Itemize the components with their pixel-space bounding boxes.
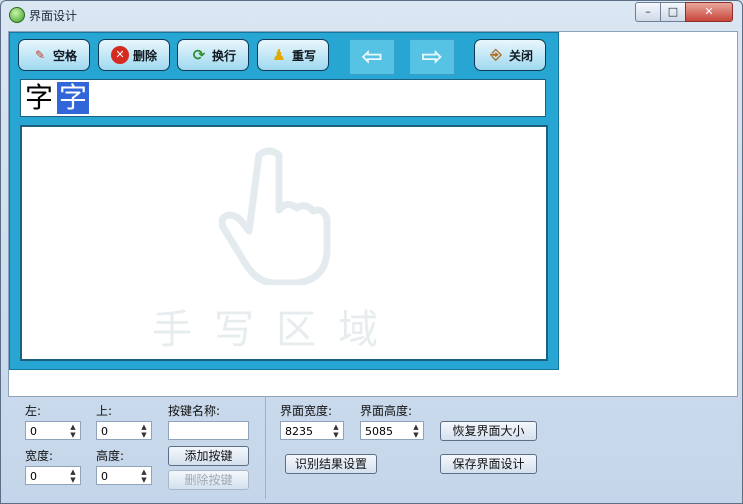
close-panel-button-label: 关闭 [508, 48, 533, 63]
minimize-button[interactable]: – [635, 2, 661, 22]
person-icon: ♟ [272, 46, 286, 64]
candidate-bar: 字 字 [20, 79, 546, 117]
space-button[interactable]: ✎ 空格 [18, 39, 90, 71]
interface-width-label: 界面宽度: [280, 404, 333, 418]
maximize-button[interactable]: □ [660, 2, 686, 22]
key-name-input[interactable] [168, 421, 249, 440]
height-label: 高度: [96, 449, 125, 463]
spinner-arrows-icon[interactable]: ▲ ▼ [68, 423, 78, 439]
add-key-button[interactable]: 添加按键 [168, 446, 249, 466]
interface-width-value: 8235 [285, 425, 313, 438]
previous-button[interactable]: ⇦ [349, 39, 395, 75]
top-spinner[interactable]: 0 ▲ ▼ [96, 421, 152, 440]
hand-pointer-icon [219, 147, 331, 285]
newline-button-label: 换行 [211, 48, 236, 63]
left-spinner[interactable]: 0 ▲ ▼ [25, 421, 81, 440]
delete-button[interactable]: ✕ 删除 [98, 39, 170, 71]
key-name-label: 按键名称: [168, 404, 221, 418]
interface-height-spinner[interactable]: 5085 ▲ ▼ [360, 421, 424, 440]
top-value: 0 [101, 425, 108, 438]
handwriting-area[interactable]: 手写区域 [20, 125, 548, 361]
spinner-arrows-icon[interactable]: ▲ ▼ [411, 423, 421, 439]
interface-width-spinner[interactable]: 8235 ▲ ▼ [280, 421, 344, 440]
recognition-settings-button[interactable]: 识别结果设置 [285, 454, 377, 474]
restore-size-button[interactable]: 恢复界面大小 [440, 421, 537, 441]
space-button-label: 空格 [52, 48, 77, 63]
top-label: 上: [96, 404, 113, 418]
right-arrow-icon: ⇨ [421, 42, 443, 72]
main-window: 界面设计 – □ ✕ ✎ 空格 ✕ 删除 ⟳ 换行 ♟ 重写 ⇦ ⇨ ⎆ 关闭 … [0, 0, 743, 504]
delete-button-label: 删除 [132, 48, 157, 63]
title-bar[interactable]: 界面设计 – □ ✕ [1, 1, 742, 29]
width-label: 宽度: [25, 449, 54, 463]
interface-height-value: 5085 [365, 425, 393, 438]
spinner-arrows-icon[interactable]: ▲ ▼ [139, 423, 149, 439]
left-label: 左: [25, 404, 42, 418]
height-value: 0 [101, 470, 108, 483]
handwriting-watermark: 手写区域 [152, 307, 400, 353]
width-value: 0 [30, 470, 37, 483]
next-button[interactable]: ⇨ [409, 39, 455, 75]
app-logo-icon [9, 7, 25, 23]
exit-door-icon: ⎆ [490, 47, 502, 63]
candidate-char-2-selected[interactable]: 字 [57, 82, 89, 114]
spinner-arrows-icon[interactable]: ▲ ▼ [68, 468, 78, 484]
spinner-arrows-icon[interactable]: ▲ ▼ [331, 423, 341, 439]
height-spinner[interactable]: 0 ▲ ▼ [96, 466, 152, 485]
settings-panel: 左: 0 ▲ ▼ 上: 0 ▲ ▼ 按键名称: 宽度: 0 ▲ ▼ 高度: 0 ▲ ▼ … [8, 396, 736, 501]
interface-height-label: 界面高度: [360, 404, 413, 418]
left-value: 0 [30, 425, 37, 438]
rewrite-button-label: 重写 [291, 48, 316, 63]
left-arrow-icon: ⇦ [361, 42, 383, 72]
close-panel-button[interactable]: ⎆ 关闭 [474, 39, 546, 71]
rewrite-button[interactable]: ♟ 重写 [257, 39, 329, 71]
brush-icon: ✎ [34, 48, 46, 62]
window-title: 界面设计 [29, 9, 78, 23]
divider [265, 396, 266, 499]
handwriting-panel[interactable]: ✎ 空格 ✕ 删除 ⟳ 换行 ♟ 重写 ⇦ ⇨ ⎆ 关闭 字 字 手写区域 [9, 32, 559, 370]
design-canvas: ✎ 空格 ✕ 删除 ⟳ 换行 ♟ 重写 ⇦ ⇨ ⎆ 关闭 字 字 手写区域 [8, 31, 738, 397]
refresh-icon: ⟳ [192, 46, 206, 64]
delete-x-icon: ✕ [110, 46, 129, 64]
close-window-button[interactable]: ✕ [685, 2, 733, 22]
candidate-char-1[interactable]: 字 [23, 82, 55, 114]
save-design-button[interactable]: 保存界面设计 [440, 454, 537, 474]
delete-key-button[interactable]: 删除按键 [168, 470, 249, 490]
spinner-arrows-icon[interactable]: ▲ ▼ [139, 468, 149, 484]
width-spinner[interactable]: 0 ▲ ▼ [25, 466, 81, 485]
newline-button[interactable]: ⟳ 换行 [177, 39, 249, 71]
